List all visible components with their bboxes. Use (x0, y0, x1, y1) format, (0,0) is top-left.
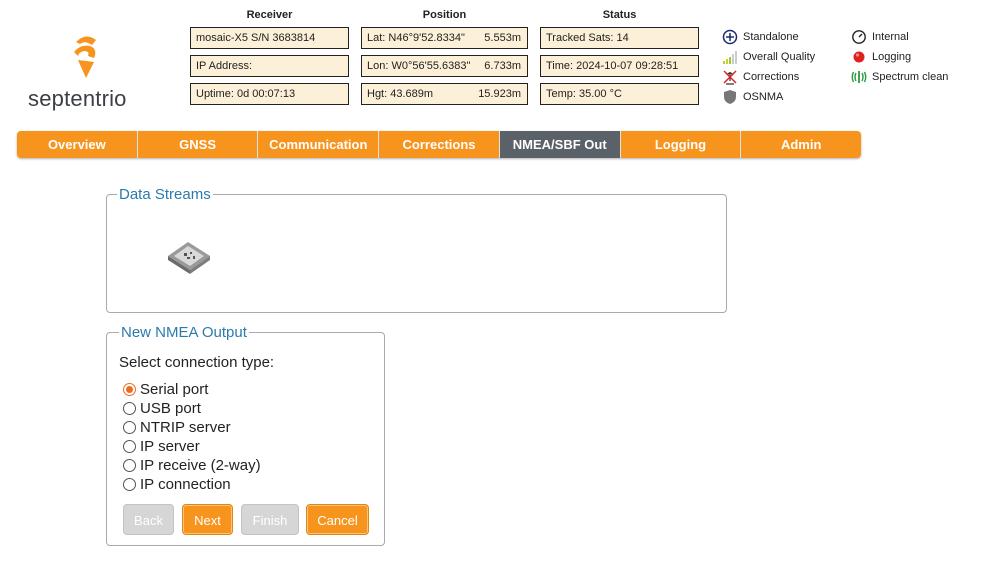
receiver-header: Receiver (246, 9, 293, 21)
back-button[interactable]: Back (123, 504, 174, 535)
septentrio-logo-icon (74, 36, 96, 78)
radio-ntrip-server[interactable] (123, 420, 136, 434)
new-nmea-output-legend: New NMEA Output (121, 324, 247, 341)
standalone-icon (722, 29, 738, 45)
corrections-label: Corrections (743, 71, 800, 83)
tab-corrections[interactable]: Corrections (379, 131, 500, 158)
indicator-corrections[interactable]: Corrections (722, 69, 799, 85)
brand-name: septentrio (28, 86, 127, 111)
shield-icon (724, 90, 736, 104)
indicator-internal[interactable]: Internal (851, 29, 909, 45)
receiver-module-icon[interactable] (164, 236, 214, 276)
spectrum-label: Spectrum clean (872, 71, 949, 83)
option-label: USB port (140, 399, 201, 417)
option-ip-connection[interactable]: IP connection (123, 475, 231, 493)
signal-bars-icon (723, 51, 737, 64)
finish-button[interactable]: Finish (241, 504, 299, 535)
quality-label: Overall Quality (743, 51, 816, 63)
position-header: Position (422, 9, 467, 21)
indicator-osnma[interactable]: OSNMA (722, 89, 783, 105)
option-serial-port[interactable]: Serial port (123, 380, 208, 398)
option-label: IP connection (140, 475, 231, 493)
option-label: Serial port (140, 380, 209, 398)
radio-ip-server[interactable] (123, 439, 136, 453)
option-usb-port[interactable]: USB port (123, 399, 201, 417)
record-dot-icon (853, 51, 865, 63)
option-label: IP receive (2-way) (140, 456, 261, 474)
logo: septentrio (26, 34, 151, 114)
option-label: IP server (140, 437, 200, 455)
receiver-uptime: Uptime: 0d 00:07:13 (190, 83, 349, 105)
status-header: Status (602, 9, 637, 21)
radio-serial-port[interactable] (123, 382, 136, 396)
option-ntrip-server[interactable]: NTRIP server (123, 418, 231, 436)
indicator-logging[interactable]: Logging (851, 49, 911, 65)
position-lat: Lat: N46°9'52.8334" 5.553m (361, 27, 528, 49)
radio-usb-port[interactable] (123, 401, 136, 415)
main-nav: Overview GNSS Communication Corrections … (17, 131, 861, 158)
standalone-label: Standalone (743, 31, 799, 43)
position-lon: Lon: W0°56'55.6383" 6.733m (361, 55, 528, 77)
data-streams-legend: Data Streams (119, 186, 211, 203)
option-ip-receive[interactable]: IP receive (2-way) (123, 456, 261, 474)
radio-ip-connection[interactable] (123, 477, 136, 491)
tab-nmea-sbf-out[interactable]: NMEA/SBF Out (499, 131, 621, 158)
indicator-quality[interactable]: Overall Quality (722, 49, 815, 65)
next-button[interactable]: Next (182, 504, 233, 535)
indicator-spectrum[interactable]: Spectrum clean (851, 69, 948, 85)
tab-logging[interactable]: Logging (621, 131, 742, 158)
corrections-off-icon (723, 70, 737, 85)
tab-communication[interactable]: Communication (258, 131, 380, 158)
receiver-model: mosaic-X5 S/N 3683814 (190, 27, 349, 49)
status-temp: Temp: 35.00 °C (540, 83, 699, 105)
internal-label: Internal (872, 31, 909, 43)
osnma-label: OSNMA (743, 91, 784, 103)
position-hgt: Hgt: 43.689m 15.923m (361, 83, 528, 105)
logging-label: Logging (872, 51, 912, 63)
option-label: NTRIP server (140, 418, 231, 436)
status-time: Time: 2024-10-07 09:28:51 (540, 55, 699, 77)
status-tracked-sats: Tracked Sats: 14 (540, 27, 699, 49)
indicator-standalone[interactable]: Standalone (722, 29, 799, 45)
radio-ip-receive[interactable] (123, 458, 136, 472)
connection-type-prompt: Select connection type: (119, 354, 275, 371)
tab-admin[interactable]: Admin (741, 131, 861, 158)
option-ip-server[interactable]: IP server (123, 437, 200, 455)
tab-overview[interactable]: Overview (17, 131, 138, 158)
clock-icon (852, 30, 866, 44)
receiver-ip: IP Address: (190, 55, 349, 77)
spectrum-icon (851, 71, 867, 83)
tab-gnss[interactable]: GNSS (138, 131, 259, 158)
cancel-button[interactable]: Cancel (306, 504, 369, 535)
